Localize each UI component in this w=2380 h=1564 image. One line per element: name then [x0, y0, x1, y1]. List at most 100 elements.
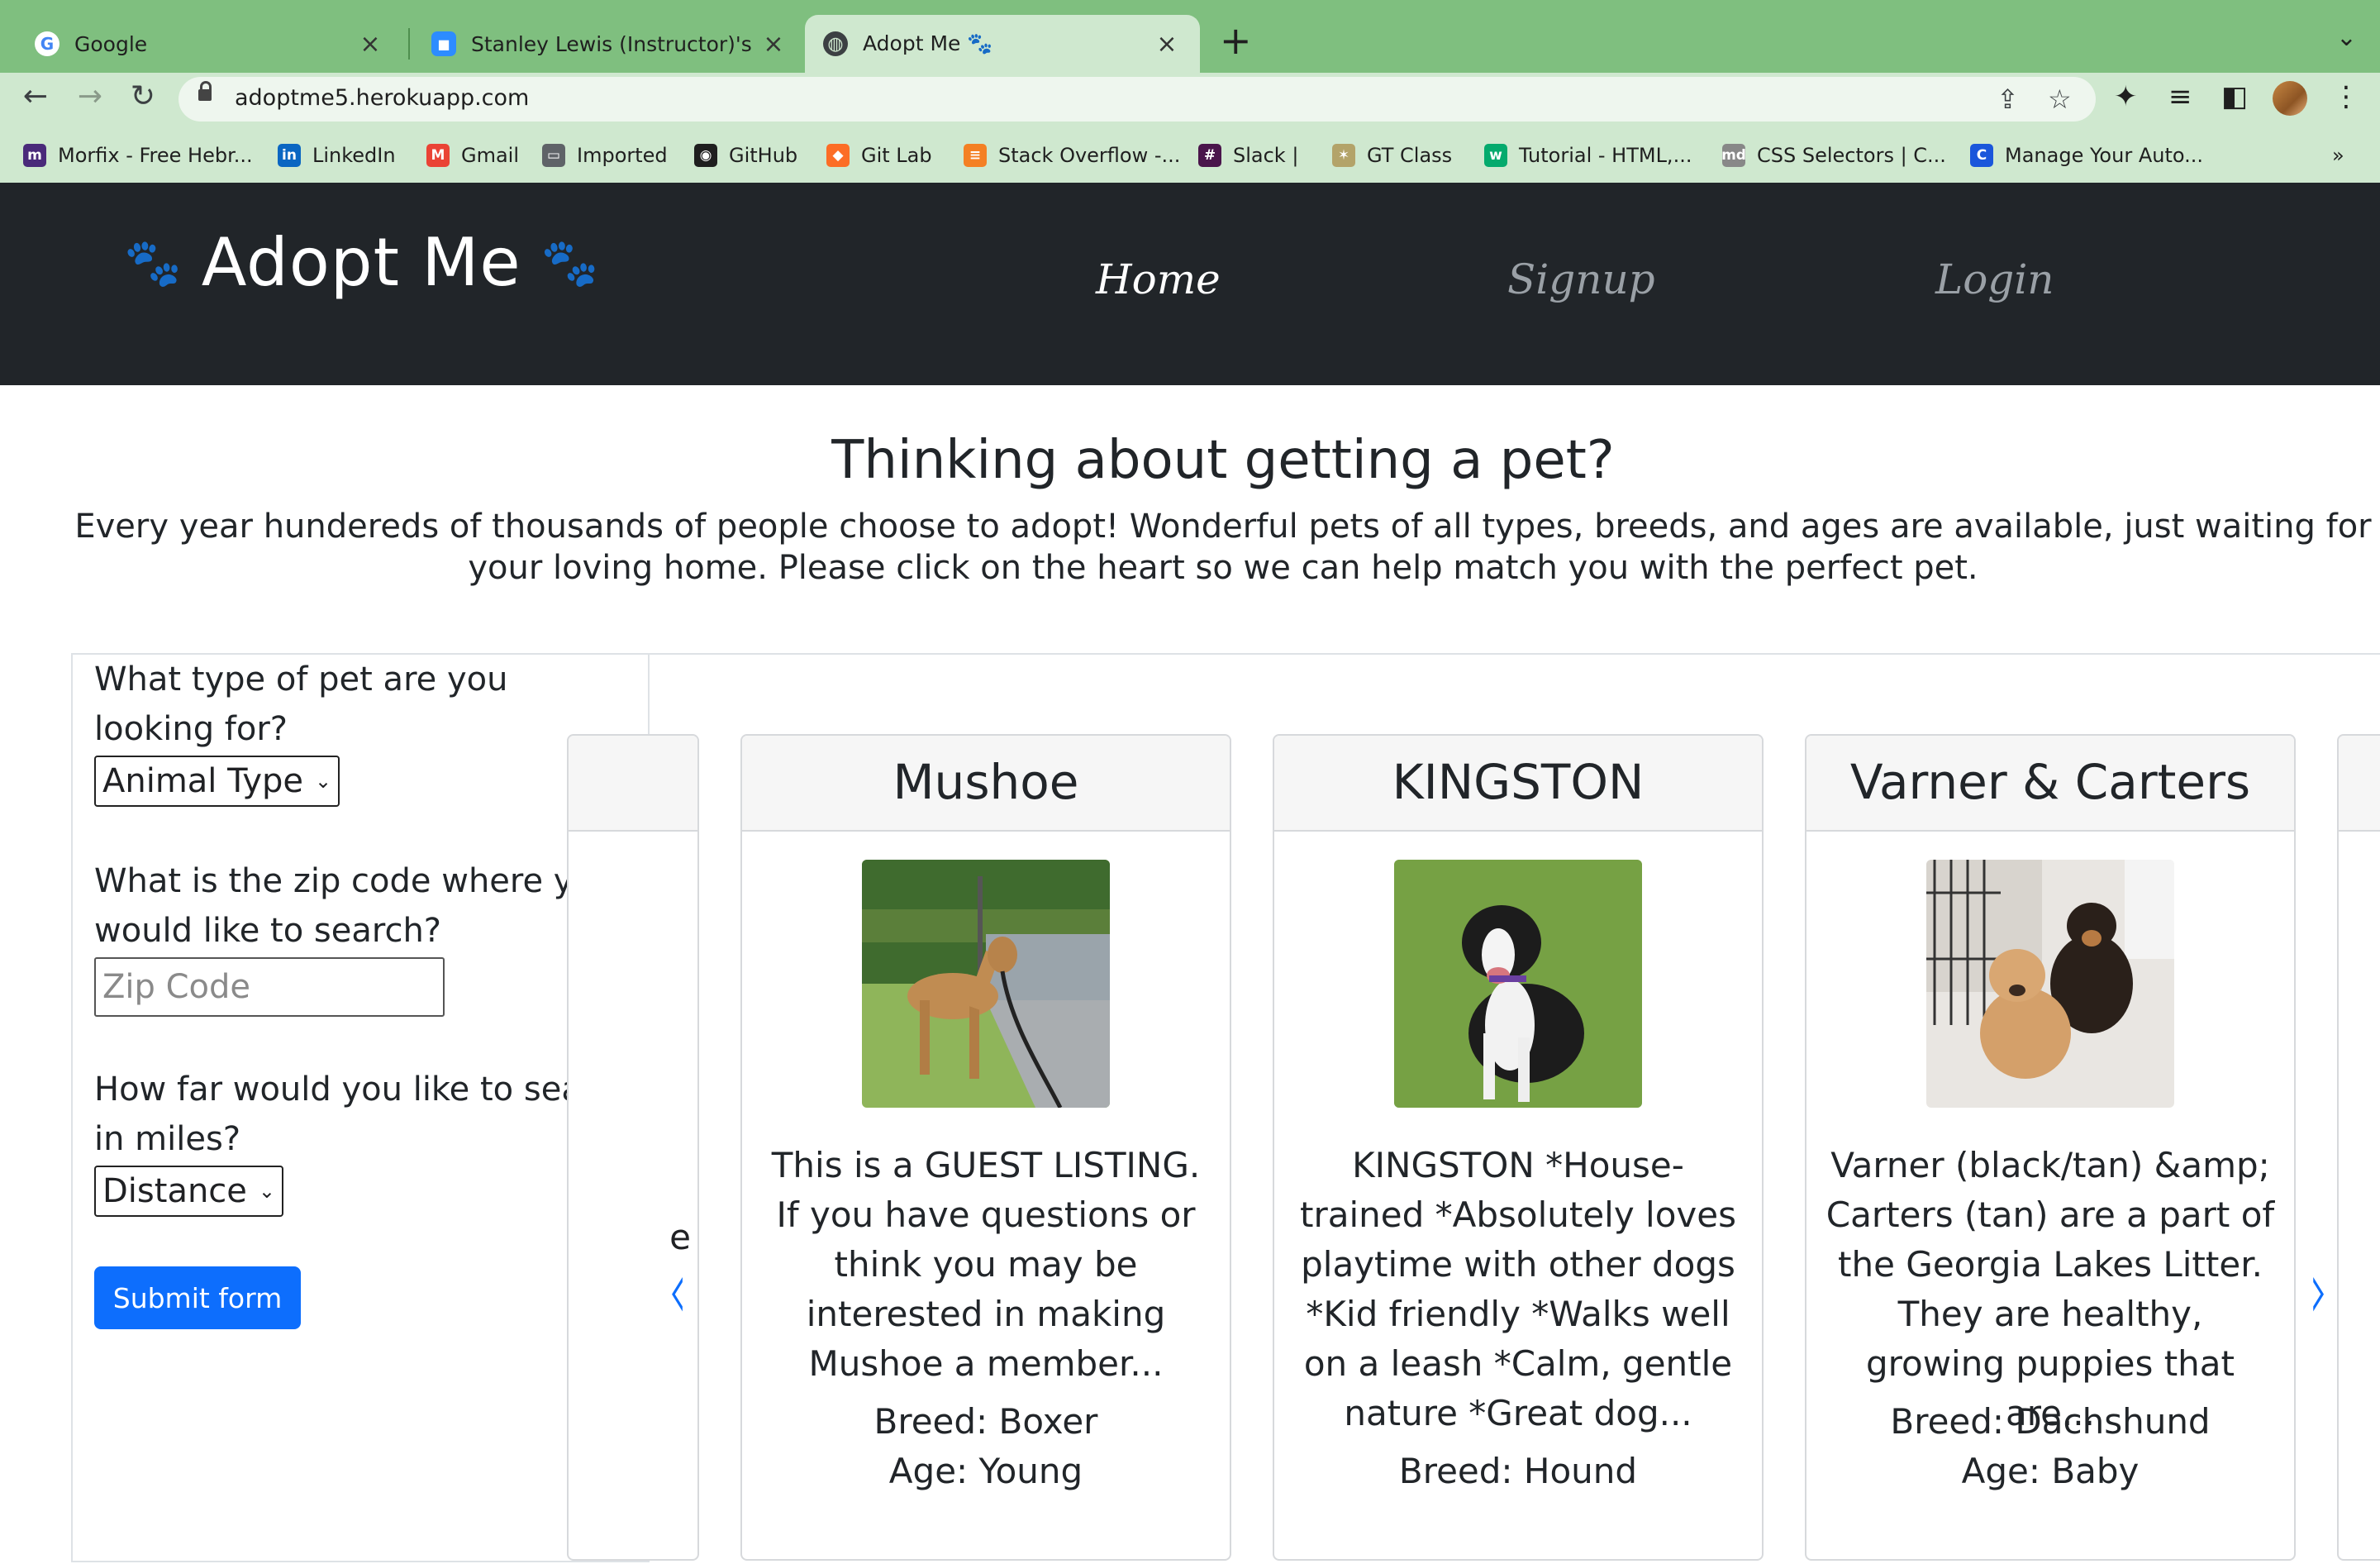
bookmark-label: Git Lab [861, 144, 932, 167]
share-icon[interactable]: ⇪ [1997, 83, 2019, 115]
side-panel-icon[interactable]: ◧ [2221, 80, 2248, 113]
zip-code-input[interactable] [94, 957, 445, 1017]
bookmark-github[interactable]: ◉ GitHub [694, 137, 797, 174]
pet-card-age: Age: Baby [1961, 1451, 2140, 1491]
browser-menu-icon[interactable]: ⋮ [2332, 80, 2360, 113]
bookmark-folder[interactable]: ▭ Imported [542, 137, 668, 174]
page-title: Thinking about getting a pet? [831, 430, 1615, 491]
pet-card-name: KINGSTON [1274, 736, 1762, 832]
bookmark-gitlab[interactable]: ◆ Git Lab [826, 137, 932, 174]
nav-login-link[interactable]: Login [1935, 255, 2054, 303]
w3schools-icon: w [1484, 144, 1507, 167]
pet-card-breed: Breed: Dachshund [1890, 1401, 2211, 1442]
distance-question: How far would you like to search in mile… [94, 1070, 634, 1158]
site-navbar: 🐾 Adopt Me 🐾 Home Signup Login [0, 183, 2380, 385]
zoom-video-icon: ■ [431, 31, 456, 56]
tab-title: Google [74, 31, 148, 56]
profile-avatar[interactable] [2273, 81, 2307, 116]
lock-icon [198, 81, 212, 101]
search-form-panel: What type of pet are you looking for? An… [71, 653, 650, 1562]
bookmark-label: GT Class [1367, 144, 1453, 167]
distance-value: Distance [102, 1172, 247, 1210]
chevron-down-icon: ⌄ [315, 770, 332, 793]
bookmark-label: Manage Your Auto... [2005, 144, 2204, 167]
submit-form-button[interactable]: Submit form [94, 1266, 301, 1329]
pet-card-breed: Breed: Boxer [873, 1401, 1098, 1442]
bookmark-label: CSS Selectors | C... [1757, 144, 1946, 167]
bookmark-star-icon[interactable]: ☆ [2048, 83, 2072, 115]
paw-icon: 🐾 [124, 236, 182, 290]
brand-title: Adopt Me [201, 224, 521, 301]
tab-zoom[interactable]: ■ Stanley Lewis (Instructor)'s Per × [413, 15, 807, 73]
gitlab-icon: ◆ [826, 144, 850, 167]
bookmark-label: Stack Overflow -... [998, 144, 1181, 167]
tab-title: Adopt Me 🐾 [863, 31, 993, 55]
new-tab-plus-icon[interactable]: + [1220, 21, 1252, 60]
pet-card[interactable]: Varner & Carters Varner (black/tan) &amp [1805, 734, 2296, 1561]
reading-list-icon[interactable]: ≡ [2168, 80, 2192, 113]
stackoverflow-icon: ≡ [964, 144, 987, 167]
bookmark-md[interactable]: md CSS Selectors | C... [1721, 137, 1946, 174]
bookmark-label: Imported [577, 144, 668, 167]
folder-icon: ▭ [542, 144, 565, 167]
tab-search-chevron-icon[interactable]: ⌄ [2336, 23, 2357, 52]
forward-arrow-icon[interactable]: → [69, 79, 111, 113]
carousel-prev-chevron-icon[interactable]: ‹ [669, 1242, 687, 1338]
bookmark-linkedin[interactable]: in LinkedIn [278, 137, 396, 174]
bookmark-morfix[interactable]: m Morfix - Free Hebr... [23, 137, 253, 174]
bookmark-c[interactable]: C Manage Your Auto... [1970, 137, 2203, 174]
back-arrow-icon[interactable]: ← [15, 79, 56, 113]
close-icon[interactable]: × [1152, 30, 1182, 59]
bookmark-label: Slack | [1233, 144, 1299, 167]
brand-link[interactable]: 🐾 Adopt Me 🐾 [124, 224, 598, 301]
carousel-next-chevron-icon[interactable]: › [2310, 1242, 2328, 1338]
more-bookmarks-icon[interactable]: » [2332, 137, 2344, 174]
bookmark-w3schools[interactable]: w Tutorial - HTML,... [1484, 137, 1692, 174]
tab-divider [408, 28, 410, 60]
reload-icon[interactable]: ↻ [122, 79, 164, 113]
animal-type-select[interactable]: Animal Type ⌄ [94, 756, 340, 807]
pet-card-header [2339, 736, 2380, 832]
gt-bee-icon: ✶ [1332, 144, 1355, 167]
paw-icon: 🐾 [540, 236, 599, 290]
bookmark-label: Tutorial - HTML,... [1519, 144, 1692, 167]
tab-adopt-me[interactable]: ◍ Adopt Me 🐾 × [805, 15, 1200, 73]
pet-photo-mushoe[interactable] [862, 860, 1110, 1108]
pet-photo-kingston[interactable] [1394, 860, 1642, 1108]
pet-type-question: What type of pet are you looking for? [94, 660, 508, 748]
zip-question: What is the zip code where you would lik… [94, 862, 615, 950]
pet-card-header [569, 736, 697, 832]
pet-card-age: Age: Young [888, 1451, 1083, 1491]
pet-card[interactable]: Mushoe This is a GUEST LISTING. If you h… [740, 734, 1231, 1561]
bookmark-gt-bee[interactable]: ✶ GT Class [1332, 137, 1452, 174]
close-icon[interactable]: × [759, 30, 788, 59]
pet-card[interactable]: KINGSTON KINGSTON *House-trained *Absolu… [1273, 734, 1764, 1561]
bookmark-label: GitHub [729, 144, 798, 167]
distance-select[interactable]: Distance ⌄ [94, 1166, 284, 1217]
bookmark-stackoverflow[interactable]: ≡ Stack Overflow -... [964, 137, 1180, 174]
pet-card-description: This is a GUEST LISTING. If you have que… [771, 1145, 1201, 1384]
chevron-down-icon: ⌄ [258, 1180, 276, 1203]
bookmark-label: Morfix - Free Hebr... [58, 144, 253, 167]
globe-icon: ◍ [823, 31, 848, 56]
close-icon[interactable]: × [355, 30, 385, 59]
bookmark-label: LinkedIn [312, 144, 396, 167]
bookmark-gmail[interactable]: M Gmail [426, 137, 519, 174]
linkedin-icon: in [278, 144, 301, 167]
pet-card-partial-left[interactable]: e [567, 734, 699, 1561]
pet-card-name: Mushoe [742, 736, 1230, 832]
url-text: adoptme5.herokuapp.com [235, 85, 530, 111]
extensions-puzzle-icon[interactable]: ✦ [2114, 80, 2138, 113]
md-icon: md [1721, 144, 1746, 167]
slack-icon: # [1198, 144, 1221, 167]
tab-google[interactable]: G Google × [17, 15, 403, 73]
github-icon: ◉ [694, 144, 717, 167]
bookmark-slack[interactable]: # Slack | [1198, 137, 1298, 174]
pet-card-partial-right[interactable] [2337, 734, 2380, 1561]
pet-carousel: e Mushoe This is a GUEST LISTING. If you… [567, 653, 2380, 1564]
address-bar[interactable]: adoptme5.herokuapp.com ⇪ ☆ [178, 77, 2096, 122]
nav-signup-link[interactable]: Signup [1507, 255, 1655, 303]
pet-photo-varner-carters[interactable] [1926, 860, 2174, 1108]
nav-home-link[interactable]: Home [1096, 255, 1221, 303]
browser-tab-strip: G Google × ■ Stanley Lewis (Instructor)'… [0, 0, 2380, 73]
